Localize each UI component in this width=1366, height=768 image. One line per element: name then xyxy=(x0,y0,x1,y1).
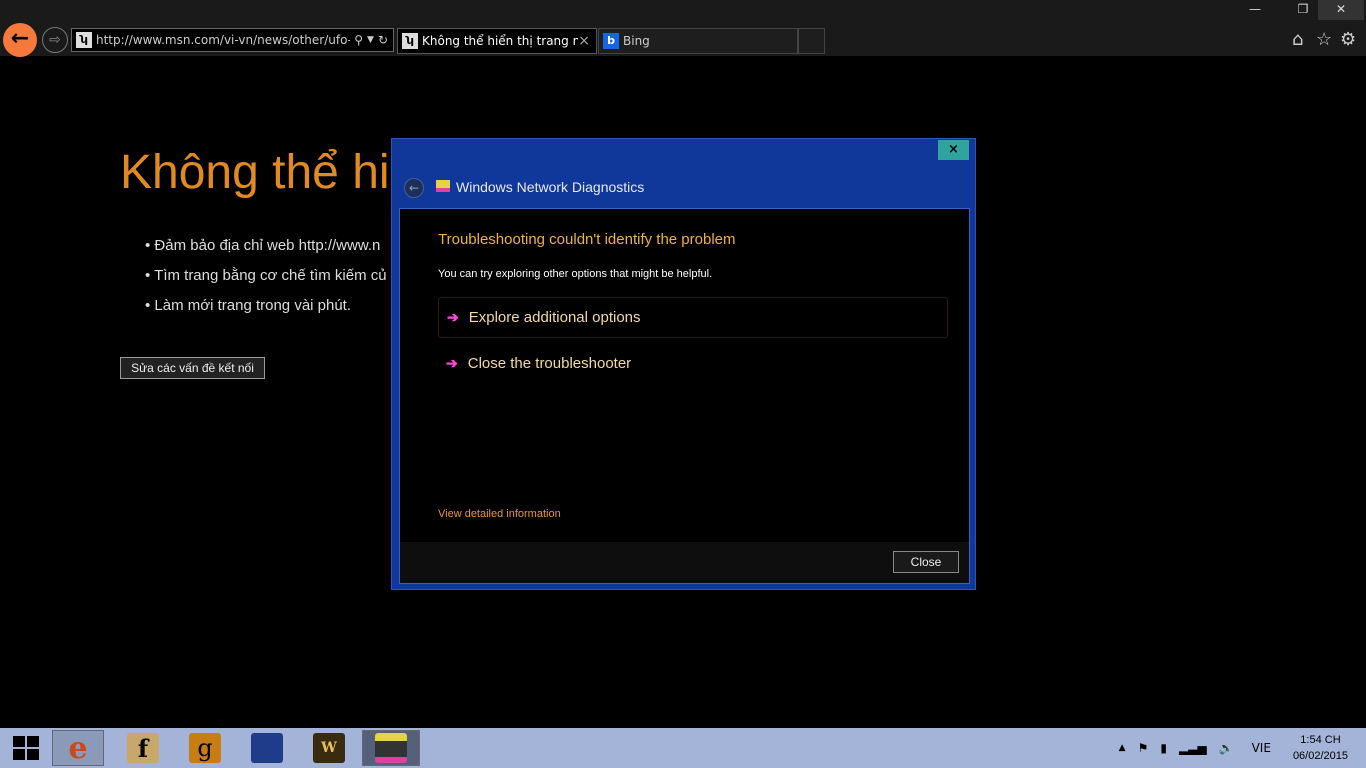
start-button[interactable] xyxy=(0,730,52,766)
arrow-right-icon: ➔ xyxy=(446,355,458,371)
page-title: Không thể hi xyxy=(120,146,390,199)
minimize-button[interactable]: — xyxy=(1232,0,1278,20)
search-icon[interactable]: ⚲ xyxy=(354,33,363,47)
browser-chrome: — ❐ ✕ ← ⇨ ʮ http://www.msn.com/vi-vn/new… xyxy=(0,0,1366,57)
explore-options-link[interactable]: ➔ Explore additional options xyxy=(438,297,948,338)
suggestion-list: Đảm bảo địa chỉ web http://www.n Tìm tra… xyxy=(145,237,387,327)
action-center-flag-icon[interactable]: ⚑ xyxy=(1138,741,1149,755)
taskbar-file-explorer[interactable] xyxy=(241,730,293,766)
language-indicator[interactable]: VIE xyxy=(1252,741,1271,755)
clock-date: 06/02/2015 xyxy=(1292,750,1348,762)
dialog-heading: Troubleshooting couldn't identify the pr… xyxy=(438,231,736,248)
taskbar-word[interactable]: W xyxy=(303,730,355,766)
taskbar-internet-explorer[interactable]: e xyxy=(52,730,104,766)
msn-favicon: ʮ xyxy=(402,33,418,49)
system-tray: ▲ ⚑ ▮ ▂▃▅ 🔈 VIE 1:54 CH 06/02/2015 xyxy=(1119,728,1366,768)
word-icon: W xyxy=(313,733,345,763)
clock[interactable]: 1:54 CH 06/02/2015 xyxy=(1293,732,1348,764)
option-label: Explore additional options xyxy=(468,309,641,326)
facebook-icon: f xyxy=(127,733,159,763)
back-button[interactable]: ← xyxy=(3,23,37,57)
network-diagnostics-icon xyxy=(375,733,407,763)
taskbar-facebook[interactable]: f xyxy=(117,730,169,766)
suggestion-item: Làm mới trang trong vài phút. xyxy=(145,297,387,327)
network-diagnostics-icon xyxy=(436,180,450,192)
taskbar-google[interactable]: g xyxy=(179,730,231,766)
fix-connection-button[interactable]: Sửa các vấn đề kết nối xyxy=(120,357,265,379)
forward-button[interactable]: ⇨ xyxy=(42,27,68,53)
settings-gear-icon[interactable]: ⚙ xyxy=(1340,29,1356,50)
tab-label: Không thể hiển thị trang này xyxy=(422,34,579,48)
google-icon: g xyxy=(189,733,221,763)
msn-favicon: ʮ xyxy=(76,32,92,48)
view-details-link[interactable]: View detailed information xyxy=(438,508,561,520)
suggestion-item: Đảm bảo địa chỉ web http://www.n xyxy=(145,237,387,267)
close-troubleshooter-link[interactable]: ➔ Close the troubleshooter xyxy=(438,343,948,384)
bing-icon: b xyxy=(603,33,619,49)
volume-icon[interactable]: 🔈 xyxy=(1219,741,1234,755)
close-button[interactable]: Close xyxy=(893,551,959,573)
internet-explorer-icon: e xyxy=(68,730,88,766)
refresh-icon[interactable]: ↻ xyxy=(378,33,388,47)
dropdown-icon[interactable]: ▼ xyxy=(367,35,374,45)
show-hidden-icons-icon[interactable]: ▲ xyxy=(1119,743,1126,753)
network-signal-icon[interactable]: ▂▃▅ xyxy=(1179,741,1207,755)
favorites-star-icon[interactable]: ☆ xyxy=(1316,29,1332,50)
battery-icon[interactable]: ▮ xyxy=(1160,741,1167,755)
windows-logo-icon xyxy=(13,736,39,760)
new-tab-button[interactable] xyxy=(798,28,825,54)
tab-close-icon[interactable]: × xyxy=(578,33,590,49)
dialog-back-button[interactable]: ← xyxy=(404,178,424,198)
suggestion-item: Tìm trang bằng cơ chế tìm kiếm củ xyxy=(145,267,386,297)
taskbar-network-diagnostics[interactable] xyxy=(362,730,420,766)
file-explorer-icon xyxy=(251,733,283,763)
dialog-close-x-button[interactable]: × xyxy=(938,140,969,160)
dialog-subtext: You can try exploring other options that… xyxy=(438,268,713,280)
dialog-title: Windows Network Diagnostics xyxy=(456,179,645,195)
network-diagnostics-dialog: × ← Windows Network Diagnostics Troubles… xyxy=(391,138,976,590)
arrow-right-icon: ➔ xyxy=(447,309,459,325)
dialog-footer: Close xyxy=(400,542,969,583)
tab-error-page[interactable]: ʮ Không thể hiển thị trang này × xyxy=(397,28,597,54)
address-text: http://www.msn.com/vi-vn/news/other/ufo-… xyxy=(96,33,351,47)
clock-time: 1:54 CH xyxy=(1300,734,1341,746)
tab-label: Bing xyxy=(623,34,650,48)
tab-bing[interactable]: b Bing xyxy=(598,28,798,54)
home-icon[interactable]: ⌂ xyxy=(1292,29,1303,50)
taskbar: e f g W ▲ ⚑ ▮ ▂▃▅ 🔈 VIE 1:54 CH 06/02/20… xyxy=(0,728,1366,768)
dialog-body: Troubleshooting couldn't identify the pr… xyxy=(399,208,970,584)
option-label: Close the troubleshooter xyxy=(467,355,632,372)
window-close-button[interactable]: ✕ xyxy=(1318,0,1364,20)
address-bar[interactable]: ʮ http://www.msn.com/vi-vn/news/other/uf… xyxy=(71,28,394,52)
